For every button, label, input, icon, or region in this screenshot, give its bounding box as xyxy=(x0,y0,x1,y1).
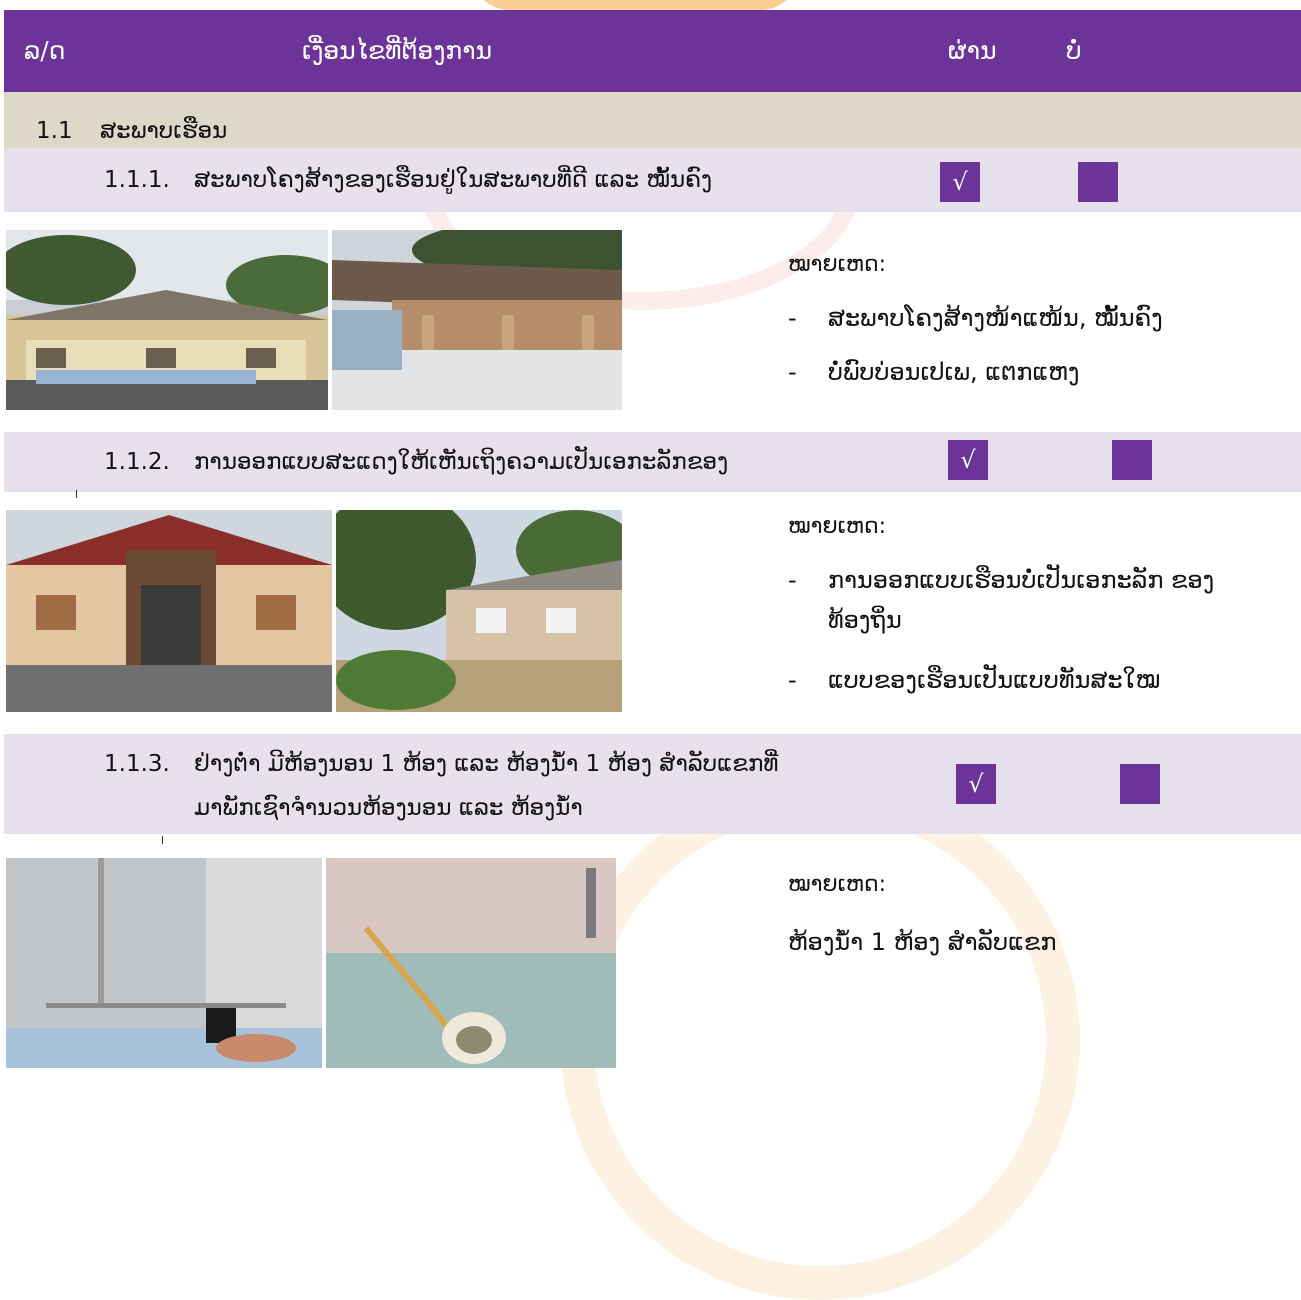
fail-checkbox[interactable] xyxy=(1078,162,1118,202)
criteria-text-line1: ຢ່າງຕ່ຳ ມີຫ້ອງນອນ 1 ຫ້ອງ ແລະ ຫ້ອງນ້ຳ 1 ຫ… xyxy=(194,751,779,777)
note-title: ໝາຍເຫດ: xyxy=(788,252,887,277)
note-text: ບໍ່ພົບບ່ອນເປເພ, ແຕກແຫງ xyxy=(828,358,1080,386)
criteria-row-1: 1.1.1. ສະພາບໂຄງສ້າງຂອງເຮືອນຢູ່ໃນສະພາບທີ່… xyxy=(4,148,1301,212)
note-title: ໝາຍເຫດ: xyxy=(788,872,887,897)
watermark-logo xyxy=(470,0,800,10)
criteria-number: 1.1.1. xyxy=(104,167,170,193)
header-col-pass: ຜ່ານ xyxy=(948,36,997,65)
section-number: 1.1 xyxy=(36,118,73,144)
fail-checkbox[interactable] xyxy=(1120,764,1160,804)
criteria-text-line2: ມາພັກເຊົາຈຳນວນຫ້ອງນອນ ແລະ ຫ້ອງນ້ຳ xyxy=(194,795,583,821)
header-col-number: ລ/ດ xyxy=(24,36,66,65)
bathroom-shower-photo xyxy=(6,858,322,1068)
table-header: ລ/ດ ເງື່ອນໄຂທີ່ຕ້ອງການ ຜ່ານ ບໍ່ xyxy=(4,10,1301,92)
note-item: - ສະພາບໂຄງສ້າງໜ້າແໜ້ນ, ໝັ້ນຄົງ xyxy=(788,298,1268,338)
header-col-criteria: ເງື່ອນໄຂທີ່ຕ້ອງການ xyxy=(302,36,493,65)
criteria-number: 1.1.3. xyxy=(104,751,170,777)
watermark-seal xyxy=(560,780,1080,1300)
section-row: 1.1 ສະພາບເຮືອນ xyxy=(4,92,1301,148)
section-title: ສະພາບເຮືອນ xyxy=(100,118,228,144)
pass-checkbox[interactable]: √ xyxy=(948,440,988,480)
note-text: ສະພາບໂຄງສ້າງໜ້າແໜ້ນ, ໝັ້ນຄົງ xyxy=(828,304,1163,332)
note-dash: - xyxy=(788,358,797,386)
tick-mark xyxy=(76,490,77,498)
criteria-text: ສະພາບໂຄງສ້າງຂອງເຮືອນຢູ່ໃນສະພາບທີ່ດີ ແລະ … xyxy=(194,167,713,193)
note-title: ໝາຍເຫດ: xyxy=(788,514,887,539)
note-text: ຫ້ອງນ້ຳ 1 ຫ້ອງ ສຳລັບແຂກ xyxy=(788,928,1057,956)
house-front-photo xyxy=(6,510,332,712)
criteria-text: ການອອກແບບສະແດງໃຫ້ເຫັນເຖິງຄວາມເປັນເອກະລັກ… xyxy=(194,449,729,475)
note-dash: - xyxy=(788,304,797,332)
fail-checkbox[interactable] xyxy=(1112,440,1152,480)
criteria-row-2: 1.1.2. ການອອກແບບສະແດງໃຫ້ເຫັນເຖິງຄວາມເປັນ… xyxy=(4,432,1301,492)
note-item: - ແບບຂອງເຮືອນເປັນແບບທັນສະໃໝ xyxy=(788,660,1268,700)
tick-mark xyxy=(162,836,163,844)
criteria-number: 1.1.2. xyxy=(104,449,170,475)
house-exterior-photo xyxy=(6,230,328,410)
guest-building-photo xyxy=(332,230,622,410)
note-dash: - xyxy=(788,666,797,694)
pass-checkbox[interactable]: √ xyxy=(940,162,980,202)
note-item: - ການອອກແບບເຮືອນບໍ່ເປັນເອກະລັກ ຂອງທ້ອງຖິ… xyxy=(788,560,1268,640)
criteria-row-3: 1.1.3. ຢ່າງຕ່ຳ ມີຫ້ອງນອນ 1 ຫ້ອງ ແລະ ຫ້ອງ… xyxy=(4,734,1301,834)
note-text: ແບບຂອງເຮືອນເປັນແບບທັນສະໃໝ xyxy=(828,666,1161,694)
note-dash: - xyxy=(788,566,797,594)
note-item: - ບໍ່ພົບບ່ອນເປເພ, ແຕກແຫງ xyxy=(788,352,1268,392)
house-side-photo xyxy=(336,510,622,712)
pass-checkbox[interactable]: √ xyxy=(956,764,996,804)
bathroom-toilet-photo xyxy=(326,858,616,1068)
header-col-fail: ບໍ່ xyxy=(1066,36,1082,65)
note-text: ການອອກແບບເຮືອນບໍ່ເປັນເອກະລັກ ຂອງທ້ອງຖິ່ນ xyxy=(828,566,1215,634)
